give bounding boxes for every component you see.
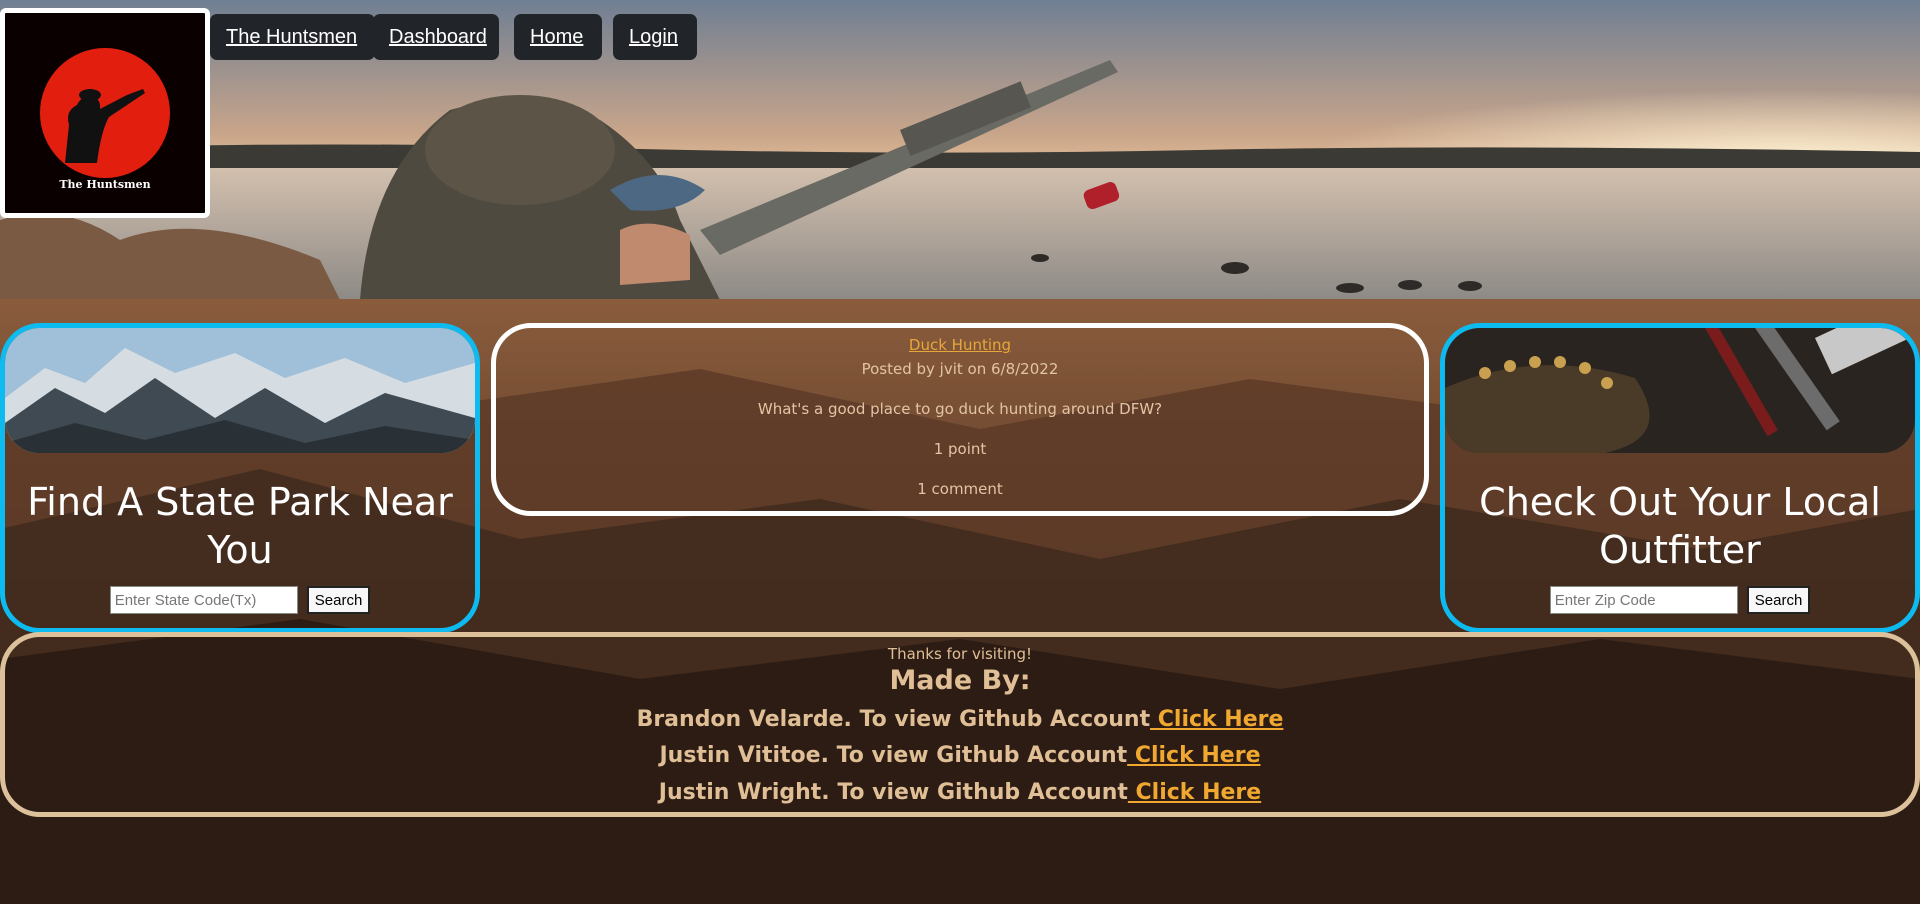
shotgun-shells-image (1445, 328, 1915, 453)
forum-post: Duck Hunting Posted by jvit on 6/8/2022 … (491, 323, 1429, 516)
github-link[interactable]: Click Here (1150, 707, 1284, 732)
site-footer: Thanks for visiting! Made By: Brandon Ve… (0, 632, 1920, 817)
credit-line: Brandon Velarde. To view Github Account … (5, 707, 1915, 732)
state-park-title: Find A State Park Near You (27, 480, 453, 572)
credit-text: Justin Wright. To view Github Account (658, 780, 1128, 805)
zip-code-input[interactable] (1549, 586, 1738, 614)
state-park-card: Find A State Park Near You Search (0, 323, 480, 633)
github-link[interactable]: Click Here (1127, 743, 1261, 768)
state-search-button[interactable]: Search (306, 586, 371, 614)
github-link[interactable]: Click Here (1128, 780, 1262, 805)
site-logo[interactable]: The Huntsmen (0, 8, 210, 218)
credit-text: Justin Vititoe. To view Github Account (659, 743, 1128, 768)
state-code-input[interactable] (109, 586, 298, 614)
outfitter-title: Check Out Your Local Outfitter (1479, 480, 1881, 572)
credit-line: Justin Vititoe. To view Github Account C… (5, 743, 1915, 768)
state-search-row: Search (5, 586, 475, 614)
post-title-link[interactable]: Duck Hunting (496, 336, 1424, 354)
credit-line: Justin Wright. To view Github Account Cl… (5, 780, 1915, 805)
footer-thanks: Thanks for visiting! (887, 645, 1033, 663)
post-meta: Posted by jvit on 6/8/2022 (861, 360, 1059, 378)
nav-dashboard-link[interactable]: Dashboard (373, 14, 499, 60)
outfitter-card: Check Out Your Local Outfitter Search (1440, 323, 1920, 633)
mountain-image (5, 328, 475, 453)
nav-home-link[interactable]: Home (514, 14, 602, 60)
credit-text: Brandon Velarde. To view Github Account (636, 707, 1151, 732)
post-points: 1 point (933, 440, 987, 458)
footer-made-by: Made By: (889, 665, 1031, 696)
nav-login-link[interactable]: Login (613, 14, 697, 60)
post-comments[interactable]: 1 comment (496, 480, 1424, 498)
zip-search-button[interactable]: Search (1746, 586, 1811, 614)
zip-search-row: Search (1445, 586, 1915, 614)
logo-caption: The Huntsmen (59, 178, 151, 191)
post-body: What's a good place to go duck hunting a… (757, 400, 1163, 418)
nav-brand-link[interactable]: The Huntsmen (210, 14, 375, 60)
